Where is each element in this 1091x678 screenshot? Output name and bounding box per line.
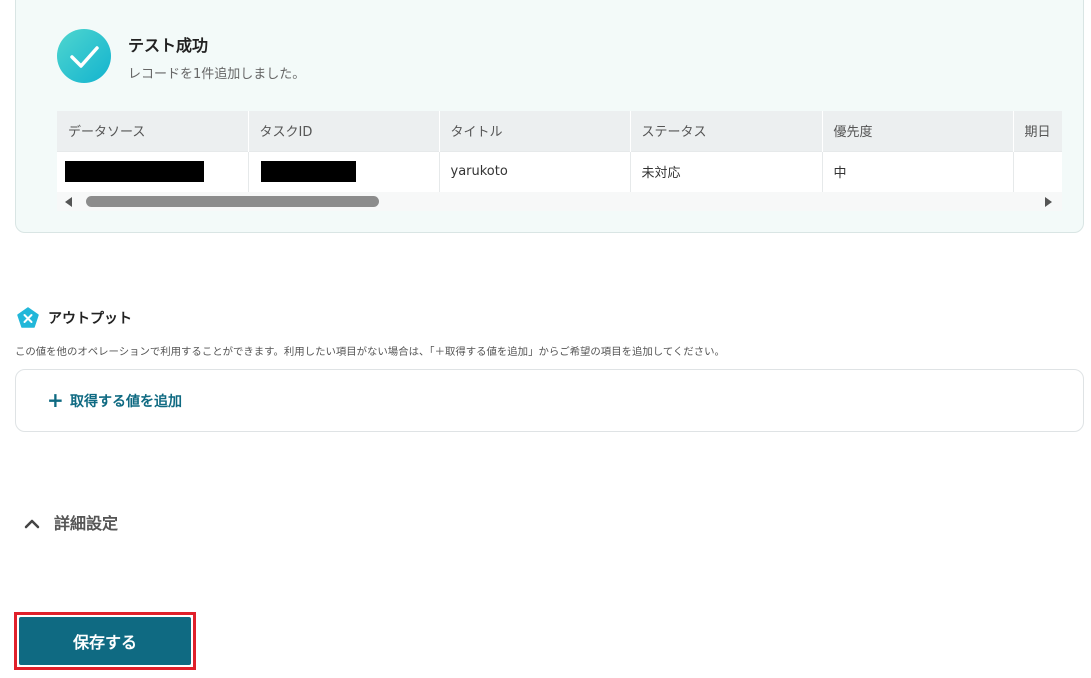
success-title: テスト成功: [128, 36, 209, 55]
redacted-block: [65, 161, 204, 183]
redacted-block: [260, 161, 356, 183]
success-subtitle: レコードを1件追加しました。: [128, 67, 306, 82]
table-header-row: データソース タスクID タイトル ステータス 優先度 期日: [57, 111, 1062, 151]
table-row: yarukoto 未対応 中: [57, 150, 1062, 192]
output-section-title: アウトプット: [48, 311, 132, 327]
scroll-left-arrow-icon[interactable]: [65, 197, 72, 207]
column-header-title: タイトル: [439, 111, 631, 151]
table-horizontal-scrollbar[interactable]: [57, 192, 1062, 211]
cell-data-source: [57, 150, 249, 192]
cell-title: yarukoto: [439, 150, 631, 192]
output-section-description: この値を他のオペレーションで利用することができます。利用したい項目がない場合は、…: [15, 346, 725, 358]
cell-priority: 中: [822, 150, 1014, 192]
cell-task-id: [248, 150, 440, 192]
scroll-right-arrow-icon[interactable]: [1045, 197, 1052, 207]
output-variable-icon: [17, 307, 39, 329]
column-header-data-source: データソース: [57, 111, 249, 151]
plus-icon: +: [47, 388, 64, 412]
page: テスト成功 レコードを1件追加しました。 データソース タスクID タイトル ス…: [0, 0, 1091, 678]
success-check-icon: [57, 29, 111, 83]
add-output-value-button[interactable]: + 取得する値を追加: [15, 369, 1084, 432]
cell-status: 未対応: [630, 150, 823, 192]
column-header-priority: 優先度: [822, 111, 1014, 151]
column-header-task-id: タスクID: [248, 111, 440, 151]
advanced-settings-toggle[interactable]: 詳細設定: [54, 510, 118, 534]
save-button[interactable]: 保存する: [19, 617, 191, 665]
cell-due-date: [1013, 150, 1062, 192]
scroll-thumb[interactable]: [86, 196, 379, 207]
result-table: データソース タスクID タイトル ステータス 優先度 期日 yarukoto …: [57, 111, 1062, 192]
column-header-status: ステータス: [630, 111, 823, 151]
chevron-up-icon[interactable]: [24, 514, 40, 529]
column-header-due-date: 期日: [1013, 111, 1062, 151]
add-output-value-label: 取得する値を追加: [70, 394, 182, 410]
